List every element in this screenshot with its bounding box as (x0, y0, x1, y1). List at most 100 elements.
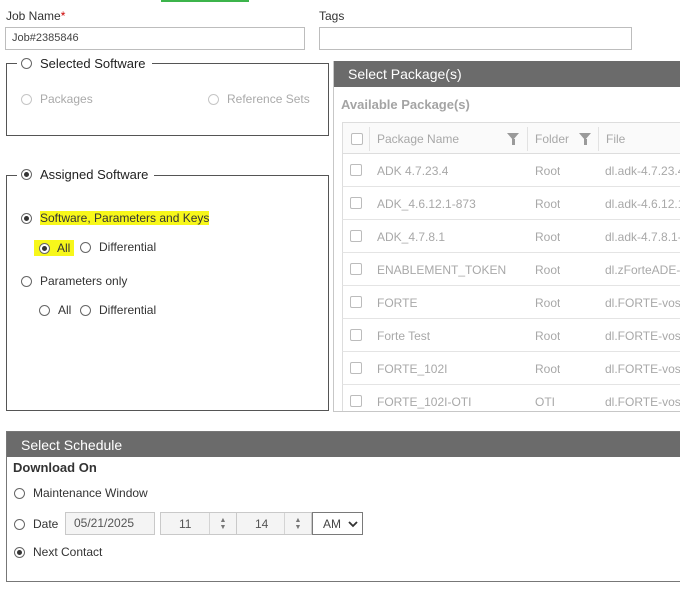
package-name-cell: FORTE (377, 296, 418, 310)
table-row[interactable]: ENABLEMENT_TOKEN Root dl.zForteADE-0 (342, 253, 680, 286)
minute-stepper[interactable]: 14 ▲ ▼ (236, 512, 312, 535)
chevron-down-icon[interactable]: ▼ (220, 524, 227, 531)
packages-grid-header: Package Name Folder File (342, 122, 680, 154)
assigned-software-label: Assigned Software (40, 167, 149, 182)
file-cell: dl.FORTE-vos2 (605, 362, 680, 376)
table-row[interactable]: ADK 4.7.23.4 Root dl.adk-4.7.23.4 (342, 154, 680, 187)
software-all-radio[interactable] (39, 242, 50, 254)
package-name-cell: Forte Test (377, 329, 431, 343)
filter-icon[interactable] (507, 133, 519, 145)
package-name-cell: ADK_4.6.12.1-873 (377, 197, 476, 211)
date-radio[interactable] (14, 518, 25, 530)
software-differential-radio[interactable] (80, 241, 91, 253)
row-checkbox[interactable] (350, 164, 362, 176)
column-header-package-name[interactable]: Package Name (377, 132, 459, 146)
params-differential-option[interactable]: Differential (80, 303, 156, 317)
software-differential-option[interactable]: Differential (80, 240, 156, 254)
required-marker: * (60, 9, 66, 23)
date-label: Date (33, 517, 59, 531)
row-checkbox[interactable] (350, 197, 362, 209)
table-row[interactable]: FORTE_102I-OTI OTI dl.FORTE-vos2 (342, 385, 680, 411)
row-checkbox[interactable] (350, 263, 362, 275)
ampm-select[interactable]: AM (312, 512, 363, 535)
chevron-up-icon[interactable]: ▲ (220, 517, 227, 524)
software-params-keys-option[interactable]: Software, Parameters and Keys (21, 211, 210, 225)
folder-cell: OTI (535, 395, 555, 409)
hour-stepper[interactable]: 11 ▲ ▼ (160, 512, 237, 535)
reference-sets-option[interactable]: Reference Sets (208, 92, 310, 106)
row-checkbox[interactable] (350, 296, 362, 308)
filter-icon[interactable] (579, 133, 591, 145)
software-params-keys-radio[interactable] (21, 212, 32, 224)
row-checkbox[interactable] (350, 230, 362, 242)
reference-sets-option-label: Reference Sets (227, 92, 310, 106)
table-row[interactable]: Forte Test Root dl.FORTE-vos2 (342, 319, 680, 352)
software-all-label: All (57, 241, 71, 255)
file-cell: dl.FORTE-vos2 (605, 329, 680, 343)
folder-cell: Root (535, 296, 561, 310)
maintenance-window-option[interactable]: Maintenance Window (14, 486, 148, 500)
maintenance-window-radio[interactable] (14, 487, 25, 499)
minute-value: 14 (255, 517, 269, 531)
date-option[interactable]: Date (14, 517, 58, 531)
maintenance-window-label: Maintenance Window (33, 486, 148, 500)
row-checkbox[interactable] (350, 362, 362, 374)
software-params-keys-label: Software, Parameters and Keys (40, 211, 210, 225)
params-all-radio[interactable] (39, 304, 50, 316)
chevron-down-icon[interactable]: ▼ (295, 524, 302, 531)
tags-label: Tags (319, 9, 345, 23)
job-name-label: Job Name* (6, 9, 66, 23)
select-packages-header: Select Package(s) (334, 61, 680, 87)
package-name-cell: FORTE_102I (377, 362, 448, 376)
packages-radio[interactable] (21, 93, 32, 105)
row-checkbox[interactable] (350, 329, 362, 341)
table-row[interactable]: ADK_4.6.12.1-873 Root dl.adk-4.6.12.1 (342, 187, 680, 220)
select-all-checkbox[interactable] (351, 133, 363, 145)
parameters-only-label: Parameters only (40, 274, 128, 288)
available-packages-title: Available Package(s) (341, 97, 470, 112)
minute-spin-arrows[interactable]: ▲ ▼ (284, 513, 311, 534)
ampm-value: AM (323, 517, 341, 531)
select-packages-panel: Select Package(s) Available Package(s) P… (333, 61, 680, 412)
folder-cell: Root (535, 329, 561, 343)
assigned-software-legend[interactable]: Assigned Software (17, 167, 155, 182)
tags-input[interactable] (319, 27, 632, 50)
chevron-up-icon[interactable]: ▲ (295, 517, 302, 524)
table-row[interactable]: FORTE_102I Root dl.FORTE-vos2 (342, 352, 680, 385)
hour-spin-arrows[interactable]: ▲ ▼ (209, 513, 236, 534)
folder-cell: Root (535, 164, 561, 178)
file-cell: dl.adk-4.7.23.4 (605, 164, 680, 178)
packages-option[interactable]: Packages (21, 92, 93, 106)
software-all-option[interactable]: All (34, 240, 75, 256)
selected-software-radio[interactable] (21, 58, 32, 69)
next-contact-radio[interactable] (14, 546, 25, 558)
table-row[interactable]: FORTE Root dl.FORTE-vos2 (342, 286, 680, 319)
job-name-input[interactable]: Job#2385846 (5, 27, 305, 50)
software-differential-label: Differential (99, 240, 157, 254)
column-header-folder[interactable]: Folder (535, 132, 569, 146)
file-cell: dl.adk-4.7.8.1- (605, 230, 680, 244)
file-cell: dl.zForteADE-0 (605, 263, 680, 277)
params-all-label: All (58, 303, 72, 317)
row-checkbox[interactable] (350, 395, 362, 407)
date-input[interactable]: 05/21/2025 (65, 512, 155, 535)
params-differential-label: Differential (99, 303, 157, 317)
next-contact-option[interactable]: Next Contact (14, 545, 102, 559)
column-separator (527, 127, 528, 151)
package-name-cell: ADK 4.7.23.4 (377, 164, 449, 178)
params-differential-radio[interactable] (80, 304, 91, 316)
parameters-only-option[interactable]: Parameters only (21, 274, 127, 288)
selected-software-legend[interactable]: Selected Software (17, 56, 152, 71)
active-tab-indicator (161, 0, 249, 2)
file-cell: dl.FORTE-vos2 (605, 395, 680, 409)
params-all-option[interactable]: All (39, 303, 71, 317)
download-on-label: Download On (13, 460, 97, 475)
column-header-file[interactable]: File (606, 132, 625, 146)
reference-sets-radio[interactable] (208, 93, 219, 105)
parameters-only-radio[interactable] (21, 275, 32, 287)
select-schedule-header: Select Schedule (7, 432, 680, 457)
next-contact-label: Next Contact (33, 545, 103, 559)
folder-cell: Root (535, 263, 561, 277)
assigned-software-radio[interactable] (21, 169, 32, 180)
table-row[interactable]: ADK_4.7.8.1 Root dl.adk-4.7.8.1- (342, 220, 680, 253)
